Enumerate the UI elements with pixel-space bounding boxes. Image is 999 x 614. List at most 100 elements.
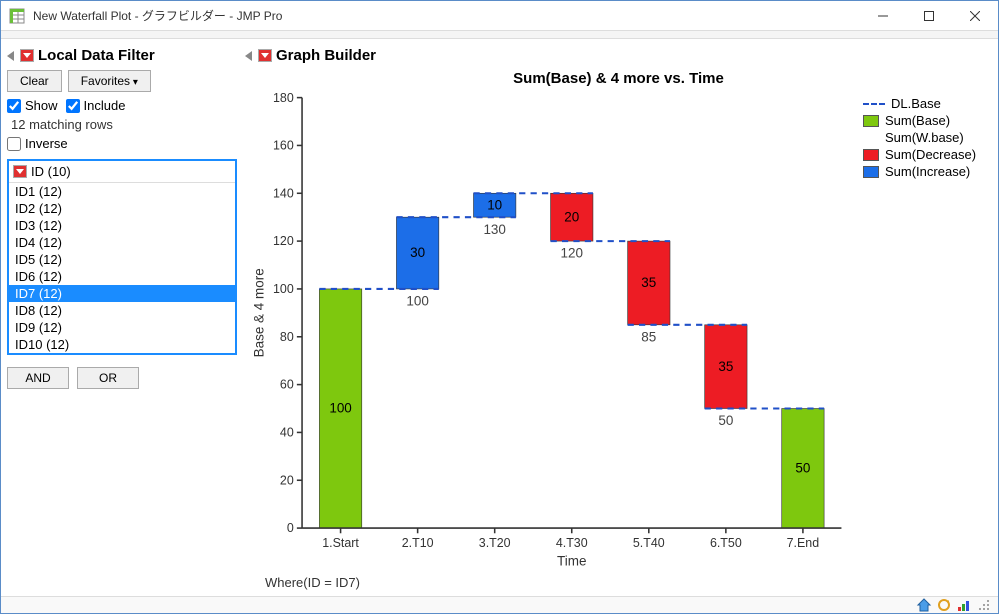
legend-sumwbase[interactable]: Sum(W.base) bbox=[863, 130, 986, 146]
graph-builder-panel: Graph Builder Sum(Base) & 4 more vs. Tim… bbox=[245, 45, 992, 590]
legend-label: Sum(Decrease) bbox=[885, 147, 976, 163]
svg-text:10: 10 bbox=[487, 197, 502, 212]
svg-text:40: 40 bbox=[280, 426, 294, 440]
legend-label: Sum(W.base) bbox=[885, 130, 964, 146]
legend-label: DL.Base bbox=[891, 96, 941, 112]
or-button[interactable]: OR bbox=[77, 367, 139, 389]
include-label: Include bbox=[84, 98, 126, 113]
where-clause: Where(ID = ID7) bbox=[245, 571, 992, 590]
svg-text:120: 120 bbox=[561, 246, 583, 261]
show-include-row: Show Include bbox=[7, 98, 237, 113]
svg-text:50: 50 bbox=[795, 460, 810, 475]
favorites-button[interactable]: Favorites bbox=[68, 70, 151, 92]
filter-panel-title: Local Data Filter bbox=[38, 47, 155, 64]
local-data-filter-panel: Local Data Filter Clear Favorites Show I… bbox=[7, 45, 237, 590]
include-checkbox[interactable] bbox=[66, 99, 80, 113]
svg-text:1.Start: 1.Start bbox=[322, 536, 359, 550]
disclosure-icon[interactable] bbox=[245, 51, 252, 61]
color-swatch-icon bbox=[863, 166, 879, 178]
disclosure-icon[interactable] bbox=[7, 51, 14, 61]
color-swatch-icon bbox=[863, 149, 879, 161]
svg-text:100: 100 bbox=[273, 282, 294, 296]
legend-label: Sum(Base) bbox=[885, 113, 950, 129]
graph-panel-header: Graph Builder bbox=[245, 45, 992, 66]
filter-item[interactable]: ID9 (12) bbox=[9, 319, 235, 336]
reset-icon[interactable] bbox=[936, 597, 952, 613]
id-filter-title: ID (10) bbox=[31, 164, 71, 179]
red-triangle-menu-filter[interactable] bbox=[13, 165, 27, 178]
blank-swatch-icon bbox=[863, 132, 879, 144]
id-filter-box: ID (10) ID1 (12)ID2 (12)ID3 (12)ID4 (12)… bbox=[7, 159, 237, 355]
filter-item[interactable]: ID5 (12) bbox=[9, 251, 235, 268]
titlebar: New Waterfall Plot - グラフビルダー - JMP Pro bbox=[1, 1, 998, 31]
svg-text:130: 130 bbox=[483, 222, 505, 237]
svg-text:60: 60 bbox=[280, 378, 294, 392]
plot-area[interactable]: 0204060801001201401601801003010010130201… bbox=[245, 91, 857, 571]
waterfall-chart: 0204060801001201401601801003010010130201… bbox=[245, 91, 857, 571]
svg-text:100: 100 bbox=[329, 401, 351, 416]
filter-item[interactable]: ID6 (12) bbox=[9, 268, 235, 285]
svg-text:Time: Time bbox=[557, 553, 586, 568]
filter-button-row: Clear Favorites bbox=[7, 70, 237, 92]
svg-text:7.End: 7.End bbox=[787, 536, 820, 550]
menubar[interactable] bbox=[1, 31, 998, 39]
svg-text:2.T10: 2.T10 bbox=[402, 536, 434, 550]
svg-text:35: 35 bbox=[641, 275, 656, 290]
app-window: New Waterfall Plot - グラフビルダー - JMP Pro L… bbox=[0, 0, 999, 614]
legend-dlbase[interactable]: DL.Base bbox=[863, 96, 986, 112]
palette-icon[interactable] bbox=[956, 597, 972, 613]
statusbar bbox=[1, 596, 998, 613]
svg-text:0: 0 bbox=[287, 521, 294, 535]
show-label: Show bbox=[25, 98, 58, 113]
minimize-button[interactable] bbox=[860, 1, 906, 31]
dash-line-icon bbox=[863, 103, 885, 105]
svg-text:5.T40: 5.T40 bbox=[633, 536, 665, 550]
inverse-checkbox[interactable] bbox=[7, 137, 21, 151]
graph-panel-title: Graph Builder bbox=[276, 47, 376, 64]
chart-container: Sum(Base) & 4 more vs. Time 0 20 40 60 80 100… bbox=[245, 66, 992, 590]
maximize-button[interactable] bbox=[906, 1, 952, 31]
legend-sumincrease[interactable]: Sum(Increase) bbox=[863, 164, 986, 180]
svg-text:50: 50 bbox=[718, 413, 733, 428]
filter-item[interactable]: ID7 (12) bbox=[9, 285, 235, 302]
svg-text:85: 85 bbox=[641, 329, 656, 344]
legend-sumdecrease[interactable]: Sum(Decrease) bbox=[863, 147, 986, 163]
svg-text:30: 30 bbox=[410, 245, 425, 260]
window-title: New Waterfall Plot - グラフビルダー - JMP Pro bbox=[33, 7, 860, 24]
logic-buttons: AND OR bbox=[7, 367, 237, 389]
id-filter-list[interactable]: ID1 (12)ID2 (12)ID3 (12)ID4 (12)ID5 (12)… bbox=[9, 183, 235, 353]
home-icon[interactable] bbox=[916, 597, 932, 613]
svg-text:4.T30: 4.T30 bbox=[556, 536, 588, 550]
matching-rows-text: 12 matching rows bbox=[11, 117, 233, 132]
red-triangle-menu-graph[interactable] bbox=[258, 49, 272, 62]
svg-text:120: 120 bbox=[273, 234, 294, 248]
color-swatch-icon bbox=[863, 115, 879, 127]
svg-text:80: 80 bbox=[280, 330, 294, 344]
filter-item[interactable]: ID1 (12) bbox=[9, 183, 235, 200]
and-button[interactable]: AND bbox=[7, 367, 69, 389]
svg-text:20: 20 bbox=[280, 473, 294, 487]
body-area: Local Data Filter Clear Favorites Show I… bbox=[1, 39, 998, 596]
id-filter-header: ID (10) bbox=[9, 161, 235, 183]
resize-grip-icon[interactable] bbox=[976, 597, 992, 613]
svg-text:6.T50: 6.T50 bbox=[710, 536, 742, 550]
chart-title: Sum(Base) & 4 more vs. Time bbox=[245, 70, 992, 87]
inverse-row: Inverse bbox=[7, 136, 237, 151]
clear-button[interactable]: Clear bbox=[7, 70, 62, 92]
svg-text:Base & 4 more: Base & 4 more bbox=[252, 268, 267, 357]
show-checkbox[interactable] bbox=[7, 99, 21, 113]
filter-item[interactable]: ID3 (12) bbox=[9, 217, 235, 234]
chart-body: 0204060801001201401601801003010010130201… bbox=[245, 91, 992, 571]
filter-panel-header: Local Data Filter bbox=[7, 45, 237, 66]
red-triangle-menu[interactable] bbox=[20, 49, 34, 62]
window-controls bbox=[860, 1, 998, 31]
svg-text:180: 180 bbox=[273, 91, 294, 105]
filter-item[interactable]: ID4 (12) bbox=[9, 234, 235, 251]
filter-item[interactable]: ID8 (12) bbox=[9, 302, 235, 319]
filter-item[interactable]: ID2 (12) bbox=[9, 200, 235, 217]
svg-text:35: 35 bbox=[718, 359, 733, 374]
legend-sumbase[interactable]: Sum(Base) bbox=[863, 113, 986, 129]
filter-item[interactable]: ID10 (12) bbox=[9, 336, 235, 353]
legend: DL.Base Sum(Base) Sum(W.base) Sum(D bbox=[857, 91, 992, 571]
close-button[interactable] bbox=[952, 1, 998, 31]
